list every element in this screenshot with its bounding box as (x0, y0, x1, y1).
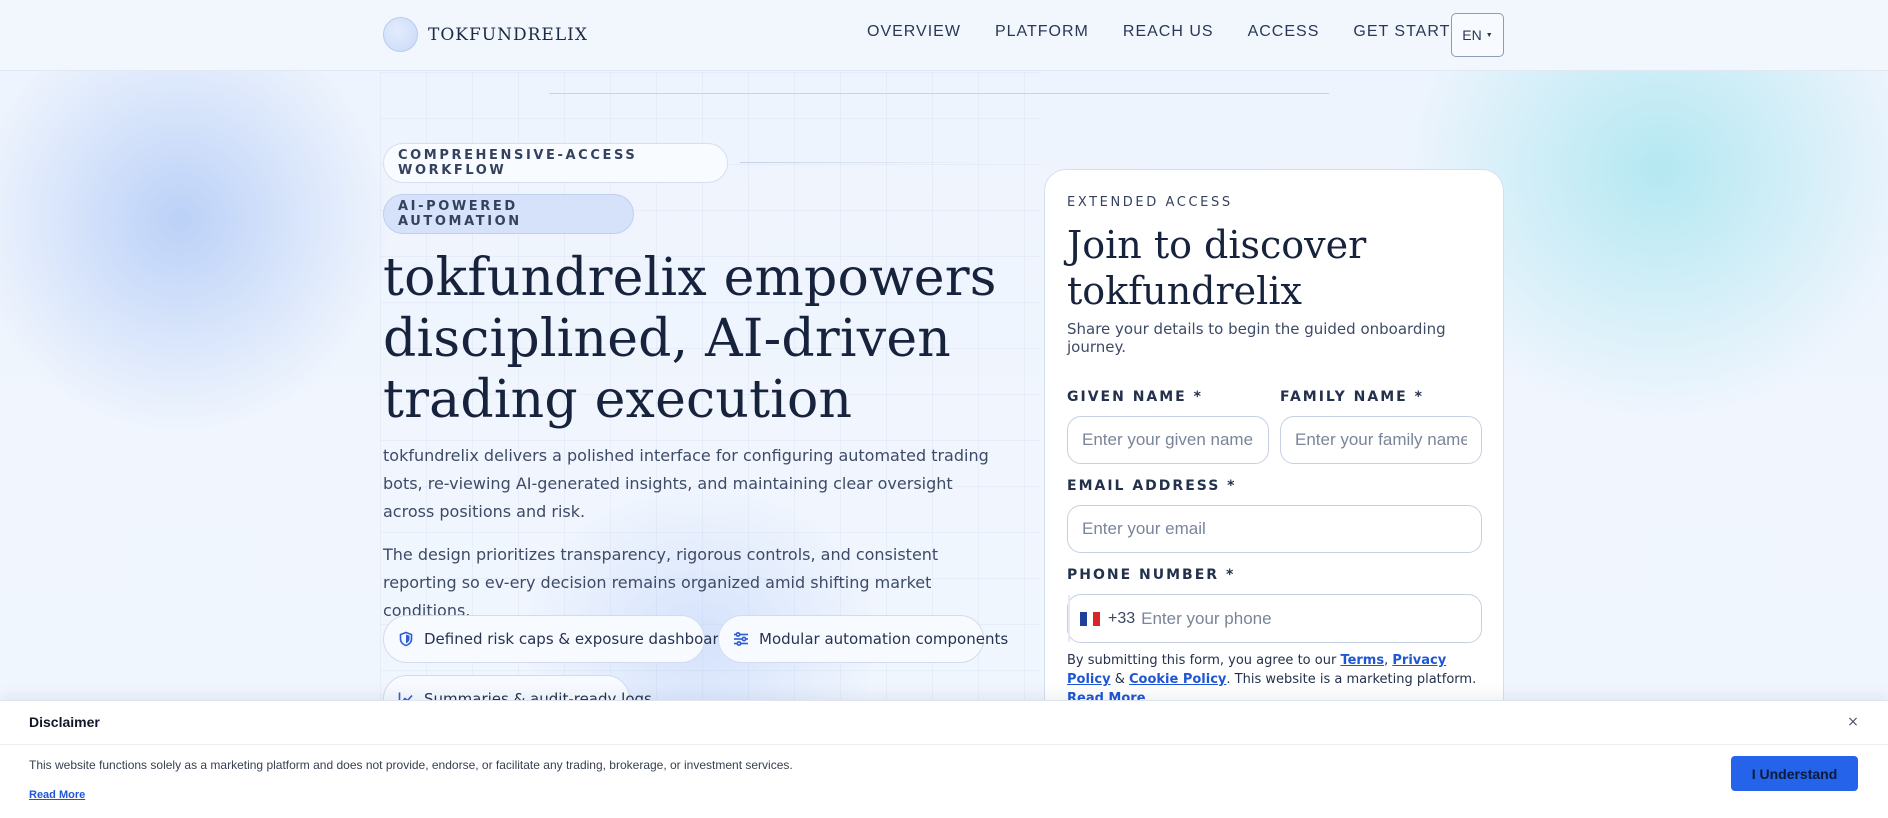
email-field[interactable] (1067, 505, 1482, 553)
pill-divider (740, 162, 990, 163)
nav-item-platform[interactable]: PLATFORM (995, 23, 1089, 41)
nav-item-access[interactable]: ACCESS (1248, 23, 1320, 41)
phone-field-wrapper: +33 (1067, 594, 1482, 643)
caret-down-icon: ▼ (1485, 31, 1493, 39)
feature-label: Defined risk caps & exposure dashboards (424, 630, 736, 648)
given-name-label: GIVEN NAME * (1067, 389, 1203, 405)
main-nav: OVERVIEW PLATFORM REACH US ACCESS GET ST… (867, 23, 1509, 41)
close-icon[interactable]: × (1843, 712, 1863, 732)
site-header: TOKFUNDRELIX OVERVIEW PLATFORM REACH US … (0, 0, 1888, 71)
disclaimer-title: Disclaimer (29, 714, 100, 730)
hero-headline: tokfundrelix empowers disciplined, AI-dr… (383, 248, 997, 430)
disclaimer-read-more-link[interactable]: Read More (29, 789, 85, 801)
family-name-field[interactable] (1280, 416, 1482, 464)
hero-paragraph-2: The design prioritizes transparency, rig… (383, 545, 939, 620)
phone-field[interactable] (1141, 608, 1481, 629)
shield-icon (398, 631, 414, 647)
hero-paragraph-1: tokfundrelix delivers a polished interfa… (383, 446, 989, 521)
given-name-field[interactable] (1067, 416, 1269, 464)
disclaimer-header: Disclaimer × (0, 701, 1888, 745)
disclaimer-banner: Disclaimer × This website functions sole… (0, 700, 1888, 818)
logo-text: TOKFUNDRELIX (428, 24, 588, 45)
phone-label: PHONE NUMBER * (1067, 567, 1236, 583)
sliders-icon (733, 631, 749, 647)
nav-item-reach-us[interactable]: REACH US (1123, 23, 1214, 41)
country-code-selector[interactable]: +33 (1068, 595, 1135, 642)
consent-suffix: . This website is a marketing platform. (1226, 672, 1477, 687)
language-label: EN (1462, 27, 1482, 43)
section-divider (549, 93, 1329, 94)
logo[interactable]: TOKFUNDRELIX (383, 17, 588, 52)
family-name-label: FAMILY NAME * (1280, 389, 1424, 405)
logo-mark-icon (383, 17, 418, 52)
cookie-policy-link[interactable]: Cookie Policy (1129, 672, 1226, 687)
consent-amp: & (1114, 672, 1125, 687)
card-title: Join to discover tokfundrelix (1067, 223, 1367, 313)
card-subtitle: Share your details to begin the guided o… (1067, 320, 1446, 356)
workflow-pill: COMPREHENSIVE-ACCESS WORKFLOW (383, 143, 728, 183)
email-label: EMAIL ADDRESS * (1067, 478, 1237, 494)
disclaimer-text: This website functions solely as a marke… (29, 758, 793, 772)
terms-link[interactable]: Terms (1340, 653, 1384, 668)
signup-card: EXTENDED ACCESS Join to discover tokfund… (1044, 169, 1504, 729)
card-eyebrow: EXTENDED ACCESS (1067, 195, 1233, 210)
feature-chip-automation: Modular automation components (718, 615, 1008, 663)
france-flag-icon (1080, 611, 1101, 626)
automation-pill: AI-POWERED AUTOMATION (383, 194, 634, 234)
consent-prefix: By submitting this form, you agree to ou… (1067, 653, 1337, 668)
nav-item-overview[interactable]: OVERVIEW (867, 23, 961, 41)
feature-chip-risk: Defined risk caps & exposure dashboards (383, 615, 736, 663)
feature-label: Modular automation components (759, 630, 1009, 648)
understand-button[interactable]: I Understand (1731, 756, 1858, 791)
consent-comma: , (1384, 653, 1389, 668)
language-selector[interactable]: EN ▼ (1451, 13, 1504, 57)
phone-code: +33 (1108, 609, 1136, 627)
